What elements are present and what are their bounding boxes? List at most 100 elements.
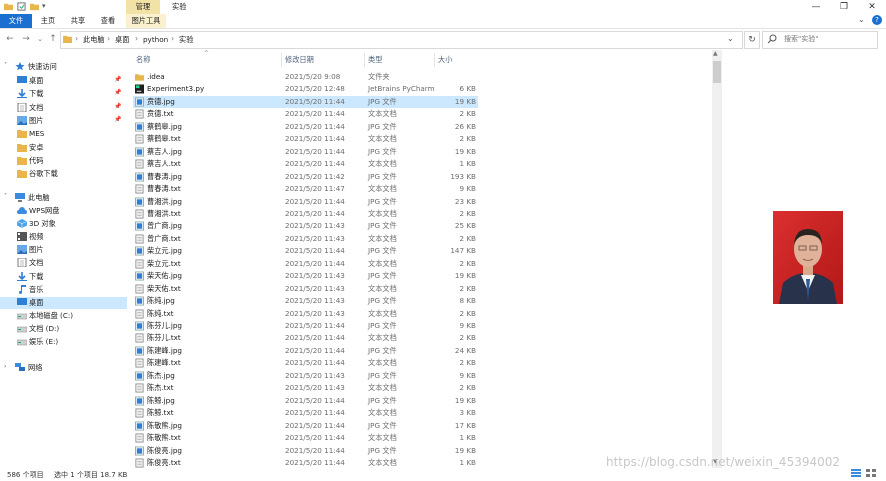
file-row[interactable]: 柴立元.jpg 2021/5/20 11:44 JPG 文件 147 KB [133,245,478,257]
file-row[interactable]: 蔡吉人.txt 2021/5/20 11:44 文本文档 1 KB [133,158,478,170]
nav-item[interactable]: 下载 [0,271,127,284]
breadcrumb-current[interactable]: 实验 [179,35,193,45]
column-header-type[interactable]: 类型 [368,55,382,65]
file-row[interactable]: 蔡鹤皋.jpg 2021/5/20 11:44 JPG 文件 26 KB [133,121,478,133]
tab-picture-tools[interactable]: 图片工具 [126,14,166,28]
file-row[interactable]: 陈俊亮.jpg 2021/5/20 11:44 JPG 文件 19 KB [133,445,478,457]
nav-item[interactable]: WPS网盘 [0,205,127,218]
file-size: 2 KB [459,109,476,119]
file-row[interactable]: 陈纯.jpg 2021/5/20 11:43 JPG 文件 8 KB [133,295,478,307]
file-row[interactable]: 曾广商.txt 2021/5/20 11:43 文本文档 2 KB [133,233,478,245]
file-row[interactable]: 陈建峰.jpg 2021/5/20 11:44 JPG 文件 24 KB [133,345,478,357]
quick-access-dropdown-icon[interactable]: ▾ [42,2,46,10]
file-row[interactable]: 陈鲸.txt 2021/5/20 11:44 文本文档 3 KB [133,407,478,419]
nav-item[interactable]: 安卓 [0,142,127,155]
minimize-icon[interactable]: — [802,0,830,14]
chevron-down-icon[interactable]: ˅ [4,62,7,69]
tab-file[interactable]: 文件 [0,14,32,28]
refresh-icon[interactable]: ↻ [744,31,760,49]
file-row[interactable]: 曾广商.jpg 2021/5/20 11:43 JPG 文件 25 KB [133,220,478,232]
nav-item[interactable]: 下载 📌 [0,88,127,101]
file-row[interactable]: 柴天佑.txt 2021/5/20 11:43 文本文档 2 KB [133,283,478,295]
file-row[interactable]: 陈建峰.txt 2021/5/20 11:44 文本文档 2 KB [133,357,478,369]
help-icon[interactable]: ? [872,15,882,25]
tab-home[interactable]: 主页 [34,14,62,28]
breadcrumb-python[interactable]: python [143,35,168,44]
nav-network[interactable]: 网络 [28,363,42,373]
file-date: 2021/5/20 11:47 [285,184,345,194]
file-row[interactable]: 陈鲸.jpg 2021/5/20 11:44 JPG 文件 19 KB [133,395,478,407]
forward-icon[interactable]: → [20,33,32,45]
nav-item[interactable]: 桌面 📌 [0,75,127,88]
file-row[interactable]: Experiment3.py 2021/5/20 12:48 JetBrains P… [133,83,478,95]
scrollbar-thumb[interactable] [713,61,721,83]
file-row[interactable]: .idea 2021/5/20 9:08 文件夹 [133,71,478,83]
up-icon[interactable]: ↑ [47,33,59,45]
scroll-up-icon[interactable]: ▲ [713,50,718,57]
file-row[interactable]: 曹湘洪.txt 2021/5/20 11:44 文本文档 2 KB [133,208,478,220]
back-icon[interactable]: ← [4,33,16,45]
nav-item[interactable]: 文档 [0,257,127,270]
large-icons-view-icon[interactable] [866,469,876,477]
file-name: 贲德.txt [147,109,174,119]
tab-view[interactable]: 查看 [94,14,122,28]
breadcrumb-this-pc[interactable]: 此电脑 [83,35,105,45]
chevron-right-icon[interactable]: › [4,363,6,370]
file-row[interactable]: 蔡鹤皋.txt 2021/5/20 11:44 文本文档 2 KB [133,133,478,145]
file-row[interactable]: 陈杰.jpg 2021/5/20 11:43 JPG 文件 9 KB [133,370,478,382]
maximize-icon[interactable]: ❐ [830,0,858,14]
column-divider[interactable] [281,53,282,67]
nav-item[interactable]: 文档 📌 [0,102,127,115]
nav-item[interactable]: 视频 [0,231,127,244]
nav-quick-access[interactable]: 快速访问 [28,62,57,72]
nav-item[interactable]: 桌面 [0,296,127,310]
column-header-size[interactable]: 大小 [438,55,452,65]
file-name: 陈杰.jpg [147,370,175,380]
tab-share[interactable]: 共享 [64,14,92,28]
file-row[interactable]: 陈杰.txt 2021/5/20 11:43 文本文档 2 KB [133,382,478,394]
expand-ribbon-icon[interactable]: ⌄ [858,15,865,24]
details-view-icon[interactable] [851,469,861,477]
nav-item[interactable]: 本地磁盘 (C:) [0,310,127,323]
nav-item[interactable]: 3D 对象 [0,218,127,231]
file-row[interactable]: 陈敬熊.jpg 2021/5/20 11:44 JPG 文件 17 KB [133,420,478,432]
file-row[interactable]: 贲德.jpg 2021/5/20 11:44 JPG 文件 19 KB [133,95,478,109]
file-row[interactable]: 陈敬熊.txt 2021/5/20 11:44 文本文档 1 KB [133,432,478,444]
file-row[interactable]: 蔡吉人.jpg 2021/5/20 11:44 JPG 文件 19 KB [133,146,478,158]
file-name: 陈敬熊.jpg [147,420,182,430]
column-divider[interactable] [364,53,365,67]
close-icon[interactable]: ✕ [858,0,886,14]
nav-item[interactable]: 音乐 [0,284,127,297]
column-header-name[interactable]: 名称 [136,55,150,65]
recent-locations-icon[interactable]: ⌄ [34,33,46,45]
column-divider[interactable] [434,53,435,67]
image-file-icon [135,97,144,107]
nav-item[interactable]: 图片 📌 [0,115,127,128]
address-dropdown-icon[interactable]: ⌄ [727,34,734,43]
documents-icon [17,102,27,113]
column-header-date[interactable]: 修改日期 [285,55,314,65]
file-row[interactable]: 陈芬儿.txt 2021/5/20 11:44 文本文档 2 KB [133,332,478,344]
nav-this-pc[interactable]: 此电脑 [28,193,50,203]
new-folder-icon[interactable] [30,2,39,11]
chevron-down-icon[interactable]: ˅ [4,193,7,200]
file-row[interactable]: 陈芬儿.jpg 2021/5/20 11:44 JPG 文件 9 KB [133,320,478,332]
tab-manage[interactable]: 管理 [126,0,160,14]
file-row[interactable]: 曹春涛.jpg 2021/5/20 11:42 JPG 文件 193 KB [133,171,478,183]
nav-item[interactable]: 娱乐 (E:) [0,336,127,349]
nav-item[interactable]: 谷歌下载 [0,168,127,181]
file-row[interactable]: 贲德.txt 2021/5/20 11:44 文本文档 2 KB [133,108,478,120]
nav-item[interactable]: MES [0,128,127,141]
breadcrumb-desktop[interactable]: 桌面 [115,35,129,45]
file-row[interactable]: 曹湘洪.jpg 2021/5/20 11:44 JPG 文件 23 KB [133,196,478,208]
nav-item[interactable]: 文档 (D:) [0,323,127,336]
file-row[interactable]: 柴天佑.jpg 2021/5/20 11:43 JPG 文件 19 KB [133,270,478,282]
file-row[interactable]: 柴立元.txt 2021/5/20 11:44 文本文档 2 KB [133,258,478,270]
vertical-scrollbar[interactable] [712,50,722,468]
search-input[interactable] [784,31,874,47]
properties-icon[interactable] [17,2,26,11]
nav-item[interactable]: 图片 [0,244,127,257]
file-row[interactable]: 陈纯.txt 2021/5/20 11:43 文本文档 2 KB [133,308,478,320]
file-row[interactable]: 曹春涛.txt 2021/5/20 11:47 文本文档 9 KB [133,183,478,195]
nav-item[interactable]: 代码 [0,155,127,168]
